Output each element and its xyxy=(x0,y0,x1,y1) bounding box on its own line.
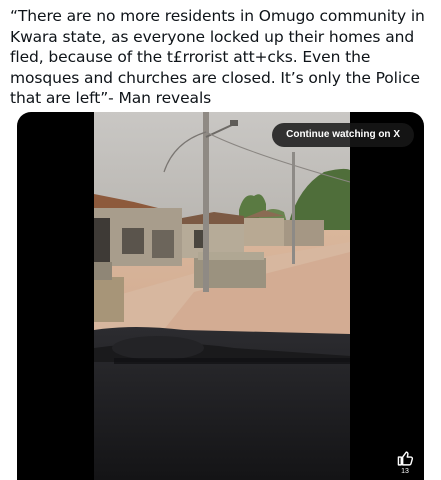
like-button[interactable]: 13 xyxy=(394,450,416,480)
post-container: “There are no more residents in Omugo co… xyxy=(0,0,441,480)
post-text: “There are no more residents in Omugo co… xyxy=(10,7,425,107)
continue-watching-button[interactable]: Continue watching on X xyxy=(272,123,414,147)
video-player[interactable]: Continue watching on X 13 xyxy=(17,112,424,480)
like-count: 13 xyxy=(401,468,409,475)
thumbs-up-icon xyxy=(397,451,413,466)
video-scene-image xyxy=(94,112,350,480)
video-frame[interactable] xyxy=(94,112,350,480)
